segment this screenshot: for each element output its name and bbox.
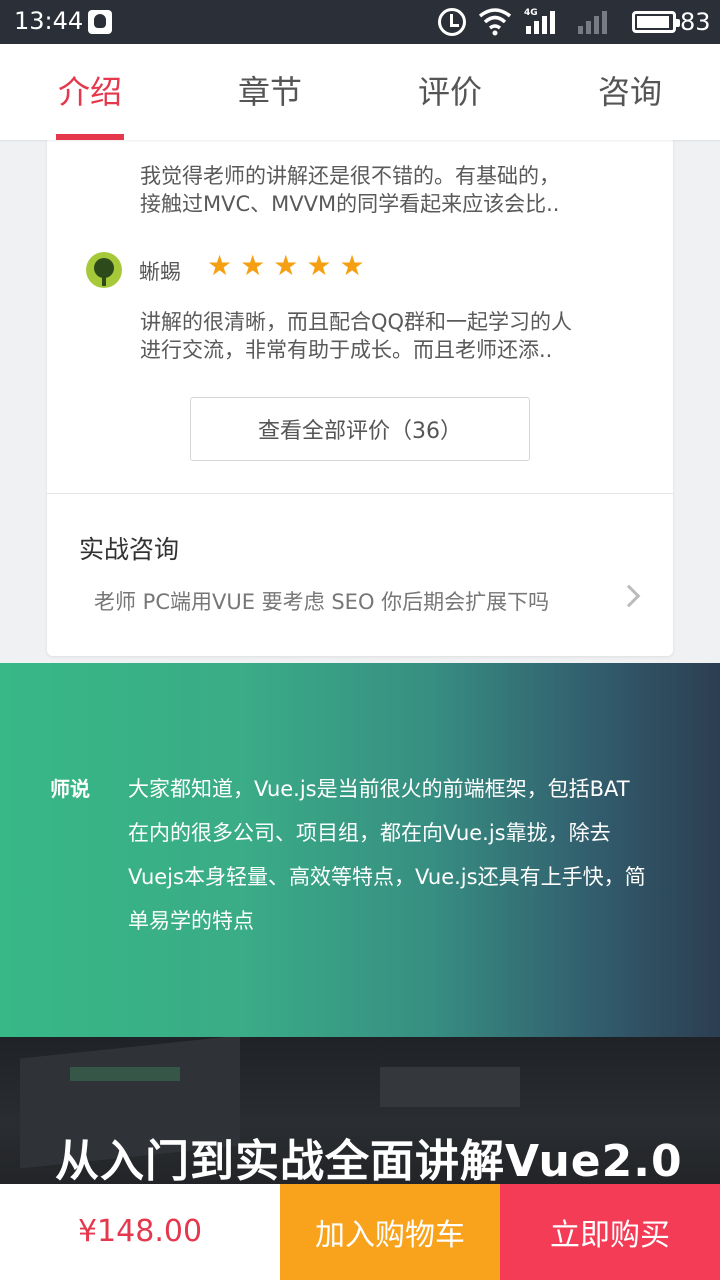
tab-chapters[interactable]: 章节 — [180, 44, 360, 140]
signal-icon — [526, 10, 555, 34]
teacher-says-text: 大家都知道，Vue.js是当前很火的前端框架，包括BAT 在内的很多公司、项目组… — [128, 777, 646, 933]
wifi-icon — [478, 8, 512, 36]
promo-title: 从入门到实战全面讲解Vue2.0 — [55, 1136, 683, 1184]
star-icon: ★ — [240, 249, 266, 282]
star-icon: ★ — [273, 249, 299, 282]
star-icon: ★ — [306, 249, 332, 282]
promo-background-shape — [70, 1067, 180, 1081]
battery-level: 83 — [680, 8, 711, 36]
teacher-says-label: 师说 — [50, 777, 90, 801]
battery-icon — [632, 11, 680, 33]
signal-secondary-icon — [578, 10, 607, 34]
review-card: 我觉得老师的讲解还是很不错的。有基础的， 接触过MVC、MVVM的同学看起来应该… — [47, 100, 673, 656]
consult-question[interactable]: 老师 PC端用VUE 要考虑 SEO 你后期会扩展下吗 — [94, 586, 549, 616]
rating-stars: ★ ★ ★ ★ ★ — [207, 250, 365, 282]
view-all-reviews-button[interactable]: 查看全部评价（36） — [190, 397, 530, 461]
review-text: 讲解的很清晰，而且配合QQ群和一起学习的人 进行交流，非常有助于成长。而且老师还… — [140, 310, 573, 362]
review-text: 我觉得老师的讲解还是很不错的。有基础的， 接触过MVC、MVVM的同学看起来应该… — [140, 164, 560, 216]
consult-section-title: 实战咨询 — [79, 535, 180, 564]
course-promo-image: 从入门到实战全面讲解Vue2.0 — [0, 1037, 720, 1184]
course-price: ¥148.00 — [77, 1214, 203, 1249]
purchase-bar: ¥148.00 加入购物车 立即购买 — [0, 1184, 720, 1280]
alarm-icon — [438, 8, 466, 36]
teacher-says-banner: 师说 大家都知道，Vue.js是当前很火的前端框架，包括BAT 在内的很多公司、… — [0, 663, 720, 1037]
tab-reviews[interactable]: 评价 — [360, 44, 540, 140]
reviewer-name: 蜥蜴 — [139, 260, 181, 284]
promo-background-shape — [380, 1067, 520, 1107]
tab-active-indicator — [56, 134, 124, 140]
star-icon: ★ — [207, 249, 233, 282]
tab-bar: 介绍 章节 评价 咨询 — [0, 44, 720, 140]
tab-intro[interactable]: 介绍 — [0, 44, 180, 140]
status-bar: 13:44 4G 83 — [0, 0, 720, 44]
add-to-cart-button[interactable]: 加入购物车 — [280, 1184, 500, 1280]
qq-notification-icon — [88, 10, 112, 34]
status-time: 13:44 — [14, 7, 84, 35]
buy-now-button[interactable]: 立即购买 — [500, 1184, 720, 1280]
divider — [47, 493, 673, 494]
chevron-right-icon[interactable] — [617, 584, 641, 608]
tab-consult[interactable]: 咨询 — [540, 44, 720, 140]
star-icon: ★ — [339, 249, 365, 282]
avatar — [86, 252, 122, 288]
